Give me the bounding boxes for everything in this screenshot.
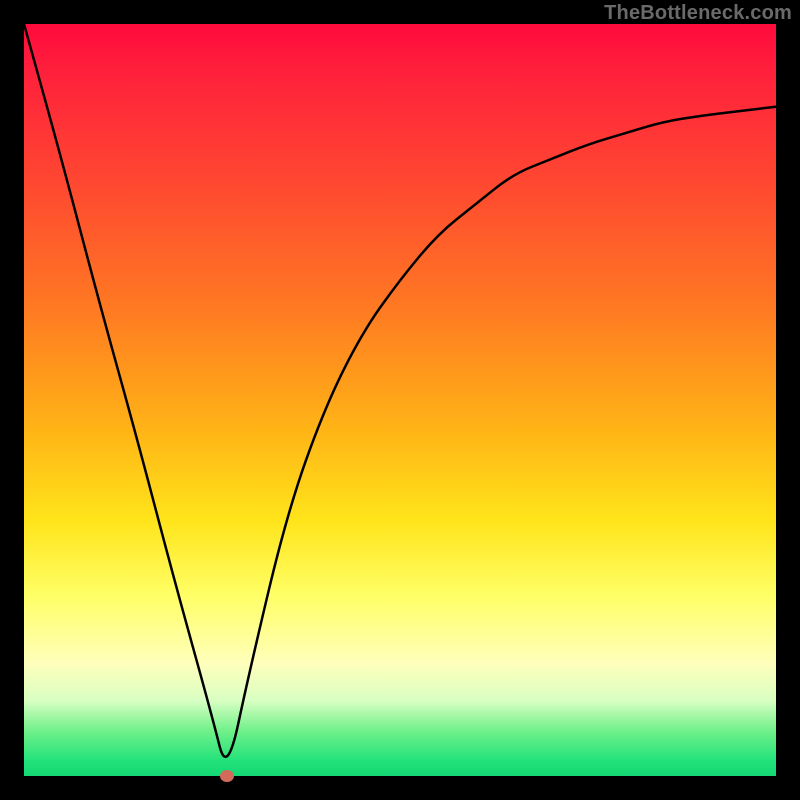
watermark-text: TheBottleneck.com [604, 2, 792, 25]
minimum-marker [220, 770, 234, 782]
plot-area [24, 24, 776, 776]
bottleneck-curve [24, 24, 776, 757]
chart-frame: TheBottleneck.com [0, 0, 800, 800]
curve-layer [24, 24, 776, 776]
